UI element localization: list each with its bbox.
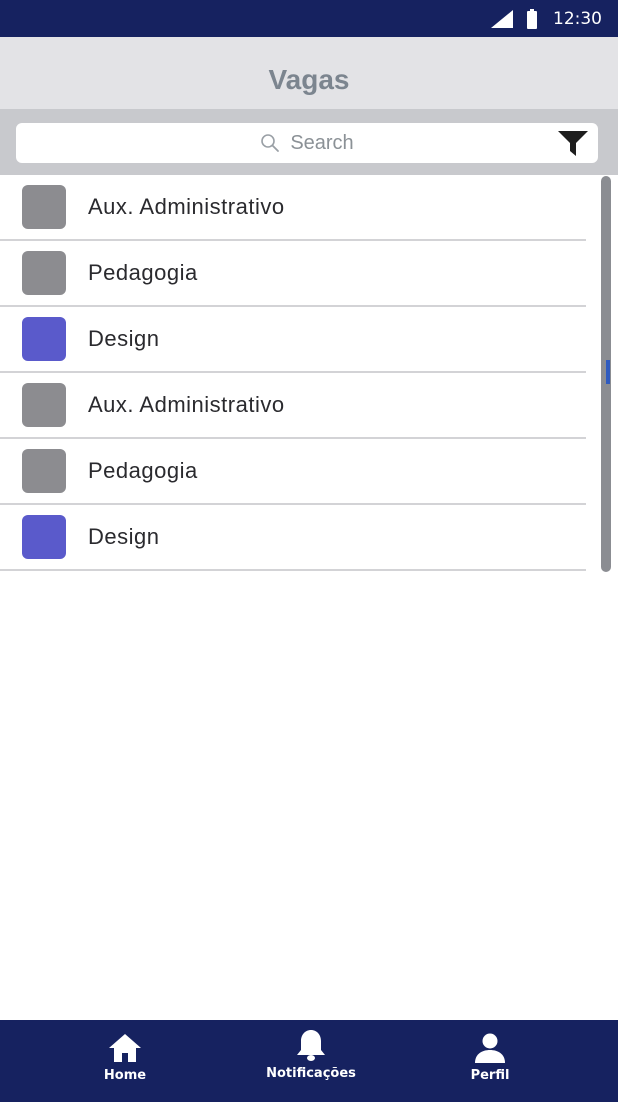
filter-icon[interactable]: [558, 129, 588, 157]
search-bar-container: Search: [0, 109, 618, 175]
item-label: Design: [88, 326, 160, 351]
app-screen: 12:30 Vagas Search Aux. Administrativo P…: [0, 0, 618, 1102]
nav-home-label: Home: [103, 1068, 147, 1083]
item-thumbnail: [22, 383, 66, 427]
item-label: Aux. Administrativo: [88, 194, 285, 219]
item-thumbnail: [22, 251, 66, 295]
signal-icon: [491, 9, 513, 28]
nav-profile[interactable]: Perfil: [450, 1020, 530, 1102]
list-item[interactable]: Design: [0, 505, 586, 571]
list-item[interactable]: Design: [0, 307, 586, 373]
status-bar: 12:30: [0, 0, 618, 37]
scroll-position-marker: [606, 360, 610, 384]
item-thumbnail: [22, 185, 66, 229]
list-item[interactable]: Pedagogia: [0, 439, 586, 505]
home-icon: [109, 1034, 141, 1062]
item-thumbnail: [22, 515, 66, 559]
user-icon: [475, 1033, 505, 1063]
search-input[interactable]: Search: [16, 123, 598, 163]
bottom-navigation: Home Notificações Perfil: [0, 1020, 618, 1102]
nav-notifications[interactable]: Notificações: [250, 1020, 372, 1102]
item-label: Pedagogia: [88, 458, 198, 483]
job-list: Aux. Administrativo Pedagogia Design Aux…: [0, 175, 586, 571]
item-label: Design: [88, 524, 160, 549]
item-label: Pedagogia: [88, 260, 198, 285]
list-item[interactable]: Pedagogia: [0, 241, 586, 307]
page-title: Vagas: [268, 64, 350, 95]
item-label: Aux. Administrativo: [88, 392, 285, 417]
list-item[interactable]: Aux. Administrativo: [0, 175, 586, 241]
nav-profile-label: Perfil: [470, 1068, 510, 1083]
list-item[interactable]: Aux. Administrativo: [0, 373, 586, 439]
battery-icon: [527, 8, 537, 29]
header: Vagas: [0, 37, 618, 109]
status-time: 12:30: [553, 8, 602, 29]
search-icon: [261, 134, 280, 152]
nav-home[interactable]: Home: [85, 1020, 165, 1102]
bell-icon: [297, 1030, 325, 1061]
item-thumbnail: [22, 449, 66, 493]
nav-notifications-label: Notificações: [266, 1066, 356, 1081]
search-placeholder: Search: [290, 131, 354, 154]
item-thumbnail: [22, 317, 66, 361]
